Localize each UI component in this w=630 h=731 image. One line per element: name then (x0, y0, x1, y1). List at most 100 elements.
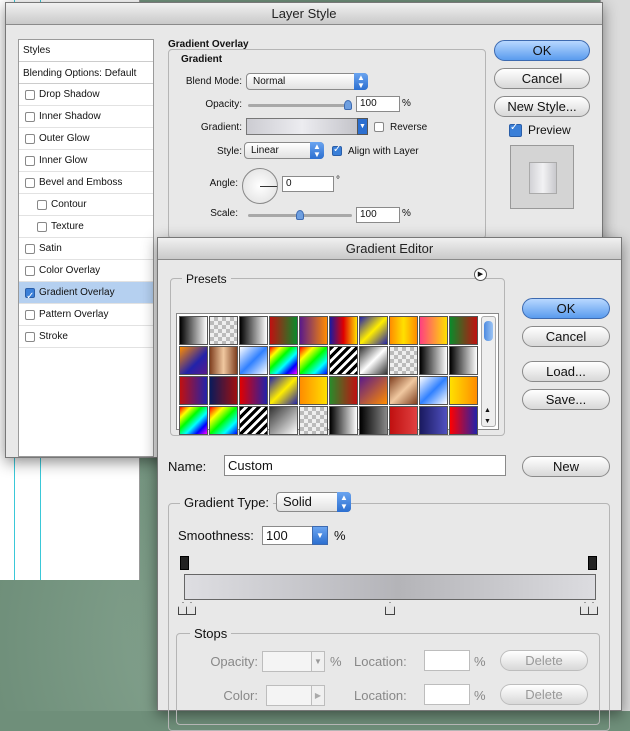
preset-swatch[interactable] (329, 406, 358, 435)
style-item-checkbox[interactable] (37, 199, 47, 210)
preset-swatch[interactable] (239, 376, 268, 405)
opacity-field[interactable]: 100 (356, 96, 400, 112)
gradient-bar[interactable] (184, 574, 596, 600)
style-item-texture[interactable]: Texture (19, 216, 153, 238)
preset-swatch[interactable] (389, 406, 418, 435)
style-item-checkbox[interactable] (25, 133, 35, 144)
opacity-stop-right[interactable] (588, 556, 597, 570)
preset-swatch[interactable] (299, 316, 328, 345)
presets-scrollbar[interactable]: ▲ ▼ (481, 316, 496, 427)
preset-swatch[interactable] (179, 346, 208, 375)
preset-swatch[interactable] (269, 316, 298, 345)
opacity-slider[interactable] (248, 100, 352, 110)
preset-swatch[interactable] (179, 376, 208, 405)
preset-swatch[interactable] (329, 316, 358, 345)
stop-opacity-dropdown-icon[interactable]: ▼ (311, 651, 325, 672)
preset-swatch[interactable] (419, 346, 448, 375)
smoothness-dropdown-icon[interactable]: ▼ (312, 526, 328, 545)
new-gradient-button[interactable]: New (522, 456, 610, 477)
style-item-drop-shadow[interactable]: Drop Shadow (19, 84, 153, 106)
style-item-checkbox[interactable] (25, 111, 35, 122)
stop-color-swatch[interactable] (266, 685, 312, 706)
opacity-stop-left[interactable] (180, 556, 189, 570)
stop-color-arrow-icon[interactable]: ▶ (311, 685, 325, 706)
style-item-checkbox[interactable] (25, 265, 35, 276)
style-item-bevel-and-emboss[interactable]: Bevel and Emboss (19, 172, 153, 194)
stop-color-location-field[interactable] (424, 684, 470, 705)
preset-swatch[interactable] (389, 376, 418, 405)
styles-header[interactable]: Styles (19, 40, 153, 62)
scroll-up-icon[interactable]: ▲ (484, 407, 491, 414)
layer-style-ok-button[interactable]: OK (494, 40, 590, 61)
preset-swatch[interactable] (179, 406, 208, 435)
presets-scroll-thumb[interactable] (484, 321, 493, 341)
preset-swatch[interactable] (209, 346, 238, 375)
preset-swatch[interactable] (299, 346, 328, 375)
preset-swatch[interactable] (359, 346, 388, 375)
preset-swatch[interactable] (239, 316, 268, 345)
stop-opacity-field[interactable] (262, 651, 312, 672)
preset-swatch[interactable] (239, 346, 268, 375)
preset-swatch[interactable] (389, 316, 418, 345)
preset-swatch[interactable] (299, 406, 328, 435)
style-item-checkbox[interactable] (25, 331, 35, 342)
style-item-checkbox[interactable] (25, 155, 35, 166)
style-item-inner-glow[interactable]: Inner Glow (19, 150, 153, 172)
delete-opacity-stop-button[interactable]: Delete (500, 650, 588, 671)
preset-swatch[interactable] (419, 316, 448, 345)
preset-swatch[interactable] (329, 376, 358, 405)
preset-swatch[interactable] (179, 316, 208, 345)
preset-swatch[interactable] (359, 406, 388, 435)
style-item-checkbox[interactable] (37, 221, 47, 232)
preset-swatch[interactable] (419, 406, 448, 435)
preset-swatch[interactable] (449, 376, 478, 405)
style-item-color-overlay[interactable]: Color Overlay (19, 260, 153, 282)
stop-opacity-location-field[interactable] (424, 650, 470, 671)
style-item-pattern-overlay[interactable]: Pattern Overlay (19, 304, 153, 326)
angle-dial[interactable] (242, 168, 278, 204)
style-item-contour[interactable]: Contour (19, 194, 153, 216)
style-item-checkbox[interactable] (25, 177, 35, 188)
style-item-checkbox[interactable] (25, 309, 35, 320)
load-button[interactable]: Load... (522, 361, 610, 382)
style-select[interactable]: Linear ▲ ▼ (244, 142, 324, 159)
blending-options-item[interactable]: Blending Options: Default (19, 62, 153, 84)
presets-menu-icon[interactable]: ▶ (474, 268, 487, 281)
smoothness-field[interactable]: 100 (262, 526, 314, 545)
reverse-checkbox[interactable] (374, 122, 384, 132)
blend-mode-select[interactable]: Normal ▲ ▼ (246, 73, 368, 90)
style-item-inner-shadow[interactable]: Inner Shadow (19, 106, 153, 128)
preset-swatch[interactable] (209, 376, 238, 405)
opacity-slider-knob[interactable] (344, 100, 352, 110)
align-with-layer-checkbox[interactable] (332, 144, 342, 156)
scale-slider-knob[interactable] (296, 210, 304, 220)
gradient-swatch[interactable] (246, 118, 358, 135)
style-item-outer-glow[interactable]: Outer Glow (19, 128, 153, 150)
style-item-gradient-overlay[interactable]: Gradient Overlay (19, 282, 153, 308)
preview-checkbox[interactable] (509, 122, 522, 137)
scroll-down-icon[interactable]: ▼ (484, 418, 491, 425)
preset-swatch[interactable] (269, 346, 298, 375)
preset-swatch[interactable] (269, 406, 298, 435)
style-item-checkbox[interactable] (25, 89, 35, 100)
preset-swatch[interactable] (269, 376, 298, 405)
gradient-editor-cancel-button[interactable]: Cancel (522, 326, 610, 347)
angle-field[interactable]: 0 (282, 176, 334, 192)
style-item-checkbox[interactable] (25, 243, 35, 254)
preset-swatch[interactable] (419, 376, 448, 405)
preset-swatch[interactable] (449, 406, 478, 435)
preset-swatch[interactable] (449, 316, 478, 345)
gradient-type-select[interactable]: Solid ▲ ▼ (276, 492, 351, 512)
preset-swatch[interactable] (359, 316, 388, 345)
preset-swatch[interactable] (389, 346, 418, 375)
style-item-stroke[interactable]: Stroke (19, 326, 153, 348)
gradient-editor-ok-button[interactable]: OK (522, 298, 610, 319)
preset-swatch[interactable] (299, 376, 328, 405)
style-item-checkbox[interactable] (25, 286, 35, 308)
gradient-picker-arrow-icon[interactable]: ▼ (357, 118, 368, 135)
save-button[interactable]: Save... (522, 389, 610, 410)
new-style-button[interactable]: New Style... (494, 96, 590, 117)
preset-swatch[interactable] (449, 346, 478, 375)
style-item-satin[interactable]: Satin (19, 238, 153, 260)
preset-swatch[interactable] (209, 316, 238, 345)
